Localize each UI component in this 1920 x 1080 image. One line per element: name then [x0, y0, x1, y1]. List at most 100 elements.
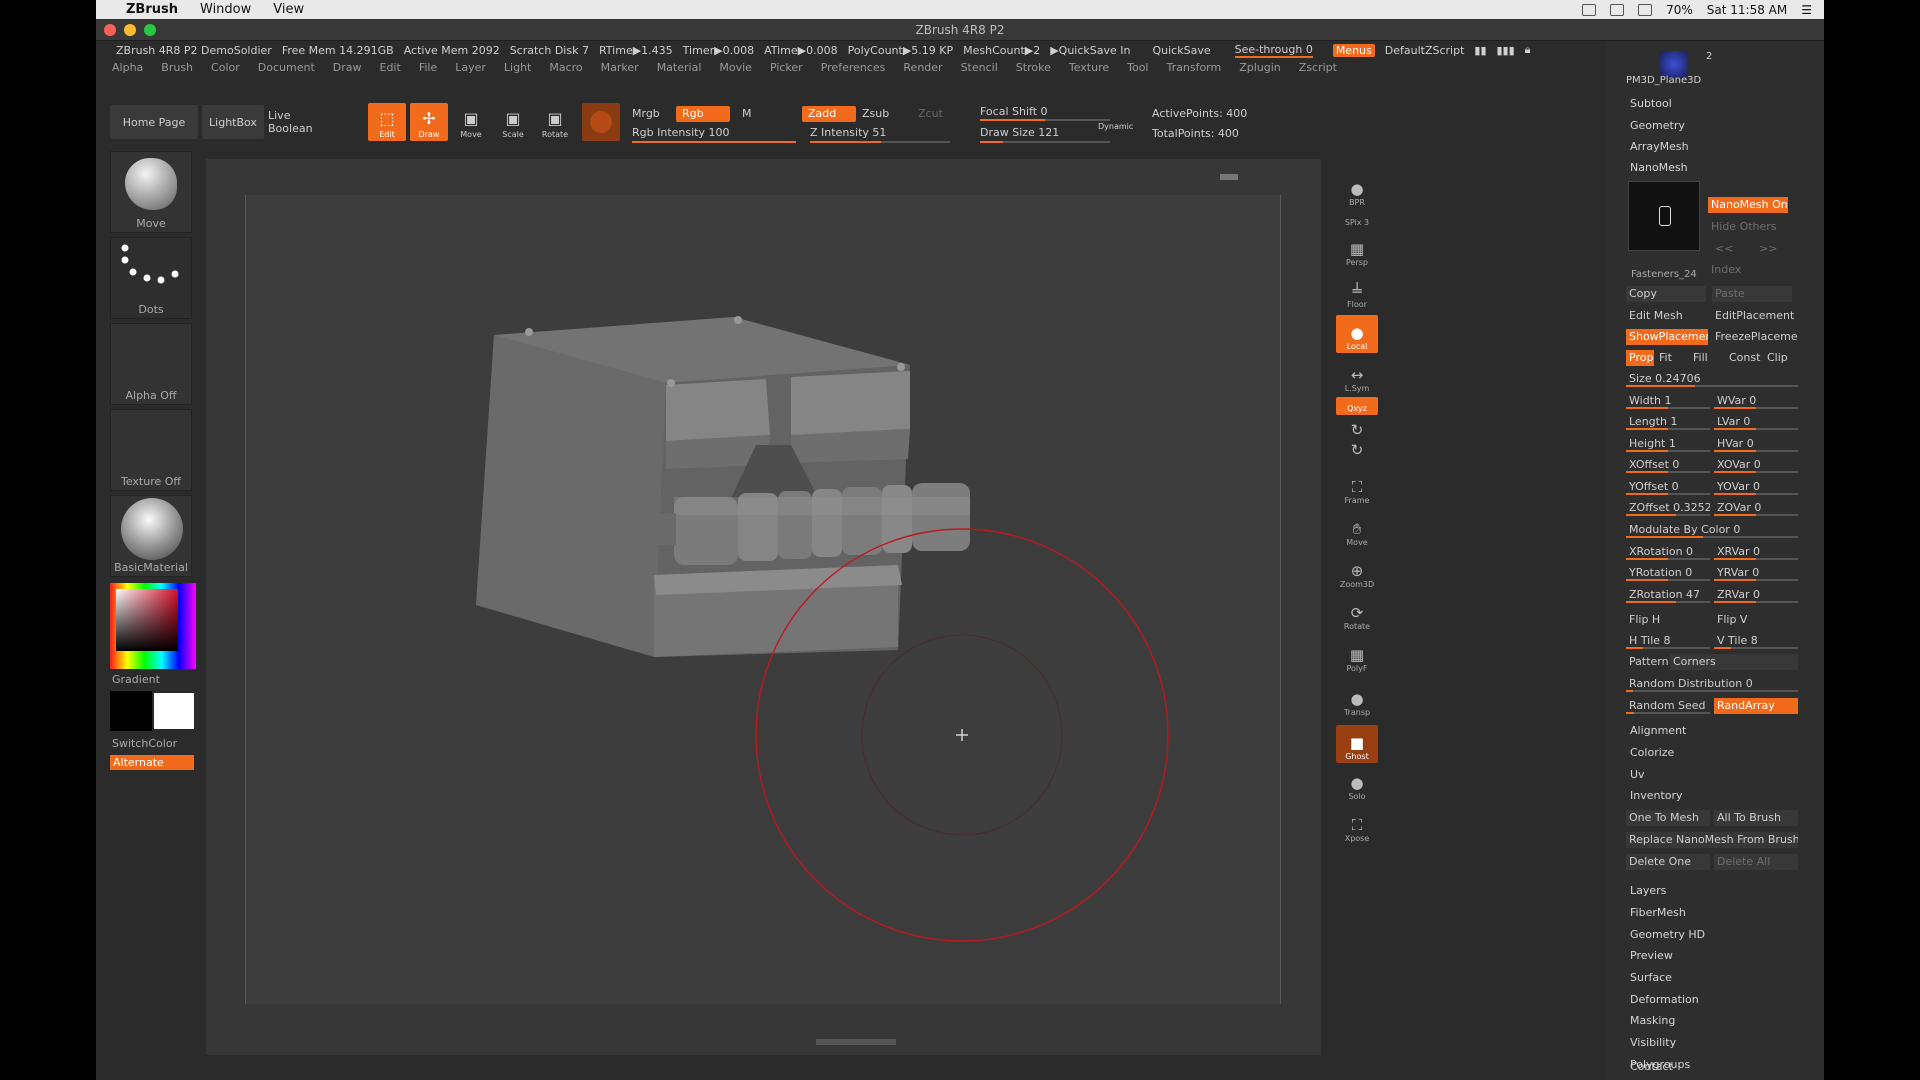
- menu-stroke[interactable]: Stroke: [1016, 61, 1051, 77]
- document-canvas[interactable]: [206, 159, 1321, 1055]
- menu-brush[interactable]: Brush: [161, 61, 193, 77]
- menu-picker[interactable]: Picker: [770, 61, 803, 77]
- zsub-toggle[interactable]: Zsub: [862, 107, 889, 120]
- default-zscript[interactable]: DefaultZScript: [1385, 44, 1465, 57]
- yoffset-slider[interactable]: YOffset 0: [1626, 479, 1710, 495]
- material-tile[interactable]: BasicMaterial: [110, 495, 192, 577]
- xpose-button[interactable]: ⛶ Xpose: [1336, 807, 1378, 845]
- pattern-dropdown[interactable]: Corners: [1670, 654, 1798, 670]
- menu-material[interactable]: Material: [657, 61, 702, 77]
- nanomesh-section[interactable]: NanoMesh: [1630, 161, 1688, 174]
- switch-color-swatches[interactable]: [110, 691, 196, 731]
- v-tile-slider[interactable]: V Tile 8: [1714, 633, 1798, 649]
- menu-layer[interactable]: Layer: [455, 61, 486, 77]
- alignment-section[interactable]: Alignment: [1630, 724, 1686, 737]
- delete-one-button[interactable]: Delete One: [1626, 854, 1710, 870]
- m-toggle[interactable]: M: [742, 107, 752, 120]
- menu-zplugin[interactable]: Zplugin: [1239, 61, 1281, 77]
- nanomesh-on-button[interactable]: NanoMesh On: [1708, 197, 1788, 213]
- menu-tool[interactable]: Tool: [1127, 61, 1148, 77]
- primary-color-swatch[interactable]: [110, 691, 152, 731]
- texture-tile[interactable]: Texture Off: [110, 409, 192, 491]
- menu-file[interactable]: File: [419, 61, 437, 77]
- menu-edit[interactable]: Edit: [380, 61, 401, 77]
- size-slider[interactable]: Size 0.24706: [1626, 371, 1798, 387]
- menu-texture[interactable]: Texture: [1069, 61, 1109, 77]
- layout-icon[interactable]: ▮▮: [1474, 44, 1486, 57]
- home-page-button[interactable]: Home Page: [110, 105, 198, 139]
- lock-icon[interactable]: 🔒︎: [1525, 43, 1531, 57]
- switch-color-button[interactable]: SwitchColor: [112, 737, 194, 750]
- xrvar-slider[interactable]: XRVar 0: [1714, 544, 1798, 560]
- menu-app-zbrush[interactable]: ZBrush: [126, 2, 178, 17]
- all-to-brush-button[interactable]: All To Brush: [1714, 810, 1798, 826]
- preview-section[interactable]: Preview: [1630, 949, 1673, 962]
- color-picker-square[interactable]: [116, 589, 178, 651]
- xyz-button[interactable]: Qxyz: [1336, 397, 1378, 415]
- yrotation-slider[interactable]: YRotation 0: [1626, 565, 1710, 581]
- edit-button[interactable]: ⬚ Edit: [368, 103, 406, 141]
- delete-all-button[interactable]: Delete All: [1714, 854, 1798, 870]
- contact-section[interactable]: Contact: [1630, 1060, 1673, 1073]
- rotate-button[interactable]: ▣ Rotate: [536, 103, 574, 141]
- flip-h-button[interactable]: Flip H: [1626, 612, 1710, 628]
- draw-size-slider[interactable]: Draw Size 121: [980, 126, 1059, 139]
- menu-marker[interactable]: Marker: [601, 61, 639, 77]
- menu-stencil[interactable]: Stencil: [961, 61, 998, 77]
- yrvar-slider[interactable]: YRVar 0: [1714, 565, 1798, 581]
- layout-alt-icon[interactable]: ▮▮▮: [1497, 44, 1515, 57]
- move-view-button[interactable]: ✋︎ Move: [1336, 511, 1378, 549]
- ghost-button[interactable]: ■ Ghost: [1336, 725, 1378, 763]
- bpr-button[interactable]: ● BPR: [1336, 171, 1378, 209]
- menu-alpha[interactable]: Alpha: [112, 61, 143, 77]
- local-button[interactable]: ● Local: [1336, 315, 1378, 353]
- prev-nanomesh-button[interactable]: <<: [1712, 241, 1742, 257]
- lightbox-button[interactable]: LightBox: [202, 105, 264, 139]
- hinge-model[interactable]: [246, 195, 1282, 1004]
- rgb-toggle[interactable]: Rgb: [676, 106, 730, 122]
- zovar-slider[interactable]: ZOVar 0: [1714, 500, 1798, 516]
- visibility-section[interactable]: Visibility: [1630, 1036, 1676, 1049]
- replace-nanomesh-button[interactable]: Replace NanoMesh From Brush: [1626, 832, 1798, 848]
- const-button[interactable]: Const: [1726, 350, 1762, 366]
- secondary-color-swatch[interactable]: [154, 693, 194, 729]
- random-seed-slider[interactable]: Random Seed: [1626, 698, 1710, 714]
- menu-preferences[interactable]: Preferences: [821, 61, 886, 77]
- menu-view[interactable]: View: [273, 2, 304, 17]
- menu-transform[interactable]: Transform: [1167, 61, 1222, 77]
- wifi-icon[interactable]: [1582, 3, 1597, 16]
- clip-button[interactable]: Clip: [1764, 350, 1798, 366]
- menu-movie[interactable]: Movie: [719, 61, 752, 77]
- xoffset-slider[interactable]: XOffset 0: [1626, 457, 1710, 473]
- scale-button[interactable]: ▣ Scale: [494, 103, 532, 141]
- menu-window[interactable]: Window: [200, 2, 251, 17]
- lsym-button[interactable]: ↔ L.Sym: [1336, 357, 1378, 395]
- close-button[interactable]: [104, 24, 116, 36]
- current-tool[interactable]: 2 PM3D_Plane3D: [1626, 47, 1806, 87]
- spix-slider[interactable]: SPix 3: [1336, 207, 1378, 229]
- randarray-button[interactable]: RandArray: [1714, 698, 1798, 714]
- canvas-scroll-handle[interactable]: [1220, 174, 1238, 180]
- paste-button[interactable]: Paste: [1712, 286, 1792, 302]
- mrgb-toggle[interactable]: Mrgb: [632, 107, 660, 120]
- random-distribution-slider[interactable]: Random Distribution 0: [1626, 676, 1798, 692]
- uv-section[interactable]: Uv: [1630, 768, 1645, 781]
- bluetooth-icon[interactable]: [1610, 3, 1625, 16]
- zoom-button[interactable]: [144, 24, 156, 36]
- clock[interactable]: Sat 11:58 AM: [1707, 3, 1787, 17]
- zcut-toggle[interactable]: Zcut: [918, 107, 943, 120]
- h-tile-slider[interactable]: H Tile 8: [1626, 633, 1710, 649]
- rgb-intensity-track[interactable]: [632, 141, 796, 143]
- fit-button[interactable]: Fit: [1656, 350, 1686, 366]
- alpha-tile[interactable]: Alpha Off: [110, 323, 192, 405]
- z-intensity-track[interactable]: [810, 141, 950, 143]
- rgb-intensity-slider[interactable]: Rgb Intensity 100: [632, 126, 729, 139]
- focal-shift-slider[interactable]: Focal Shift 0: [980, 105, 1048, 118]
- focal-shift-track[interactable]: [980, 119, 1110, 121]
- fill-button[interactable]: Fill: [1690, 350, 1720, 366]
- xovar-slider[interactable]: XOVar 0: [1714, 457, 1798, 473]
- stroke-dots-tile[interactable]: Dots: [110, 237, 192, 319]
- transp-button[interactable]: ● Transp: [1336, 681, 1378, 719]
- edit-mesh-button[interactable]: Edit Mesh: [1626, 308, 1706, 324]
- arraymesh-section[interactable]: ArrayMesh: [1630, 140, 1689, 153]
